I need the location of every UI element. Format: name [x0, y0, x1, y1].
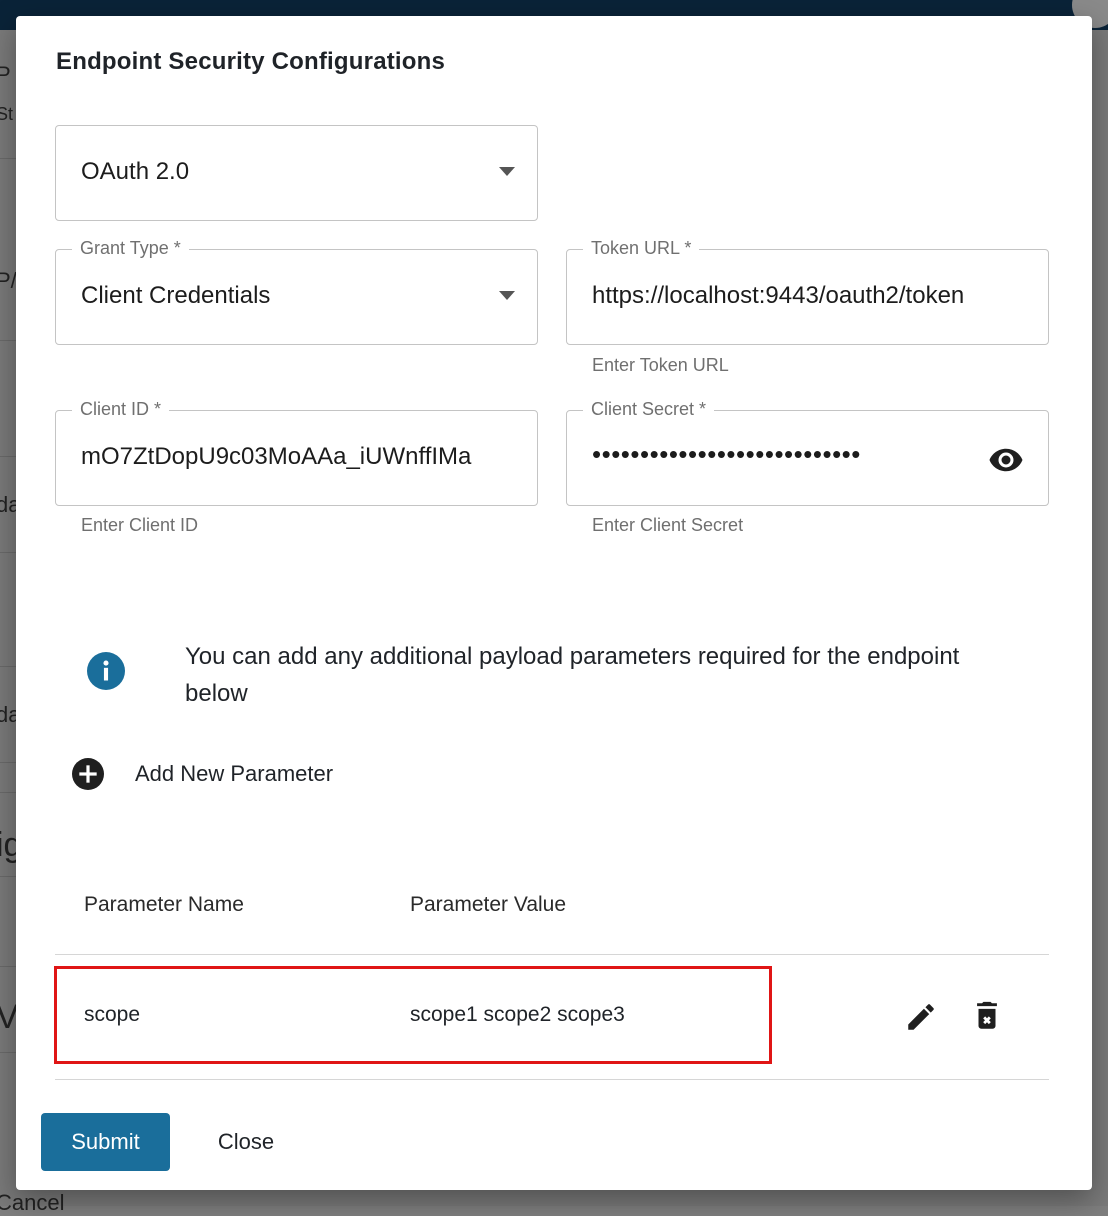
background-text: P: [0, 62, 11, 87]
token-url-field[interactable]: Token URL * https://localhost:9443/oauth…: [566, 238, 1049, 345]
background-cancel-text: Cancel: [0, 1190, 65, 1215]
client-secret-helper: Enter Client Secret: [592, 515, 744, 535]
add-parameter-button[interactable]: Add New Parameter: [72, 756, 333, 792]
client-id-value: mO7ZtDopU9c03MoAAa_iUWnffIMa: [81, 443, 472, 470]
grant-type-label: Grant Type *: [72, 238, 189, 259]
token-url-value: https://localhost:9443/oauth2/token: [592, 282, 965, 309]
info-message: You can add any additional payload param…: [185, 643, 960, 707]
info-icon: [87, 652, 125, 690]
table-divider: [55, 954, 1049, 955]
close-button[interactable]: Close: [202, 1113, 290, 1171]
table-divider: [55, 1079, 1049, 1080]
dialog-title: Endpoint Security Configurations: [56, 48, 446, 75]
column-header-parameter-value: Parameter Value: [410, 893, 567, 916]
parameter-name-cell: scope: [84, 1003, 141, 1026]
client-secret-field[interactable]: Client Secret * ••••••••••••••••••••••••…: [566, 399, 1049, 506]
token-url-label: Token URL *: [583, 238, 700, 259]
parameter-value-cell: scope1 scope2 scope3: [410, 1003, 625, 1026]
trash-icon[interactable]: [970, 998, 1004, 1034]
grant-type-value: Client Credentials: [81, 282, 271, 309]
eye-icon[interactable]: [988, 442, 1024, 478]
auth-type-value: OAuth 2.0: [81, 158, 190, 185]
add-parameter-label: Add New Parameter: [135, 761, 334, 786]
plus-circle-icon: [72, 758, 104, 790]
client-id-label: Client ID *: [72, 399, 170, 420]
client-secret-value: ••••••••••••••••••••••••••••: [592, 439, 861, 469]
submit-button[interactable]: Submit: [41, 1113, 170, 1171]
background-text: P/: [0, 268, 17, 293]
grant-type-select[interactable]: Grant Type * Client Credentials: [55, 238, 538, 345]
client-id-helper: Enter Client ID: [81, 515, 199, 535]
chevron-down-icon: [499, 291, 515, 300]
client-id-field[interactable]: Client ID * mO7ZtDopU9c03MoAAa_iUWnffIMa: [55, 399, 538, 506]
pencil-icon[interactable]: [904, 1000, 938, 1034]
background-text: St: [0, 104, 14, 124]
column-header-parameter-name: Parameter Name: [84, 893, 244, 916]
client-secret-label: Client Secret *: [583, 399, 715, 420]
endpoint-security-dialog: Endpoint Security Configurations OAuth 2…: [16, 16, 1092, 1190]
token-url-helper: Enter Token URL: [592, 355, 729, 375]
chevron-down-icon: [499, 167, 515, 176]
auth-type-select[interactable]: OAuth 2.0: [55, 125, 538, 221]
